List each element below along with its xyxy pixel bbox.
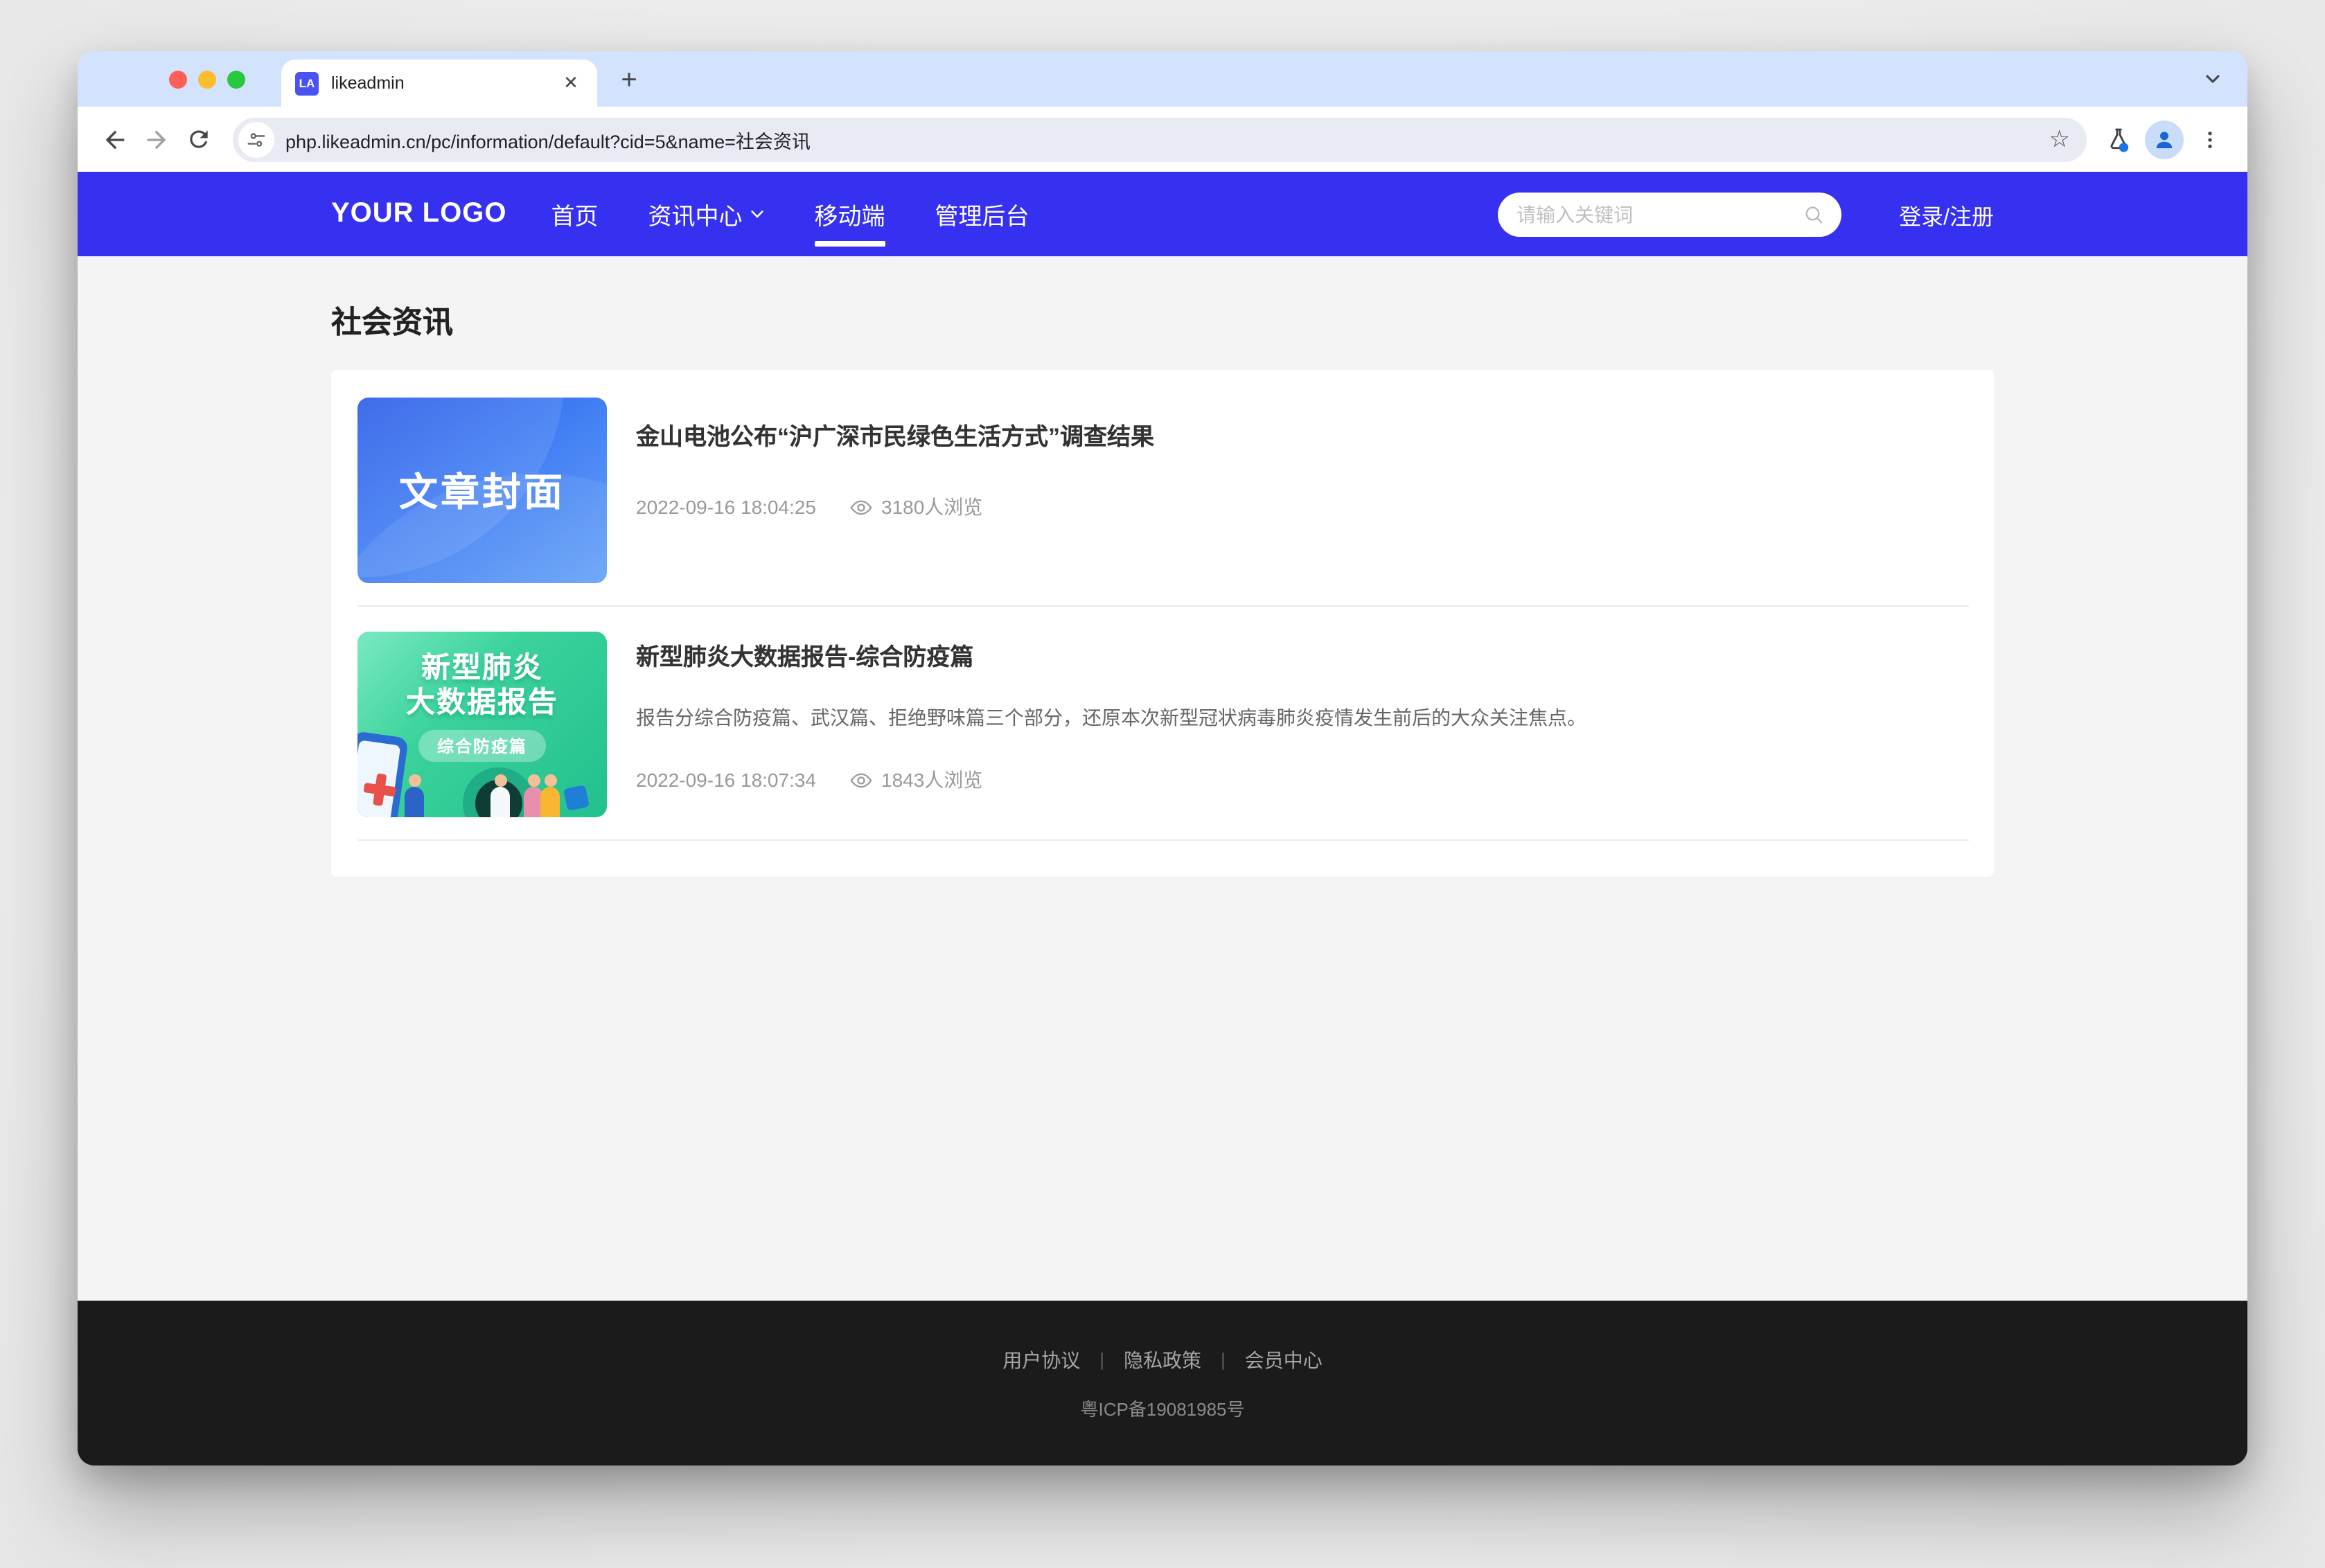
site-logo[interactable]: YOUR LOGO (331, 198, 506, 230)
browser-window: LA likeadmin ✕ + (78, 51, 2247, 1465)
cover-text-line1: 新型肺炎 (421, 651, 543, 686)
nav-item-mobile[interactable]: 移动端 (814, 172, 885, 256)
article-title[interactable]: 新型肺炎大数据报告-综合防疫篇 (636, 643, 1969, 673)
article-list-card: 文章封面 金山电池公布“沪广深市民绿色生活方式”调查结果 2022-09-16 … (331, 370, 1994, 877)
cover-badge: 综合防疫篇 (419, 730, 545, 762)
article-row-1[interactable]: 文章封面 金山电池公布“沪广深市民绿色生活方式”调查结果 2022-09-16 … (357, 398, 1969, 607)
chevron-down-icon (749, 206, 764, 222)
nav-item-news-center[interactable]: 资讯中心 (648, 172, 764, 256)
tune-icon (247, 130, 266, 149)
nav-item-home[interactable]: 首页 (551, 172, 598, 256)
article-views: 3180人浏览 (849, 493, 982, 521)
person-illustration (540, 787, 560, 817)
article-meta: 2022-09-16 18:04:25 3180人浏览 (636, 493, 1969, 521)
close-window-button[interactable] (169, 71, 187, 89)
flask-icon (2105, 125, 2132, 153)
back-arrow-icon (101, 125, 129, 153)
article-title[interactable]: 金山电池公布“沪广深市民绿色生活方式”调查结果 (636, 422, 1969, 453)
icp-record-number: 粤ICP备19081985号 (1080, 1394, 1244, 1420)
search-icon[interactable] (1802, 203, 1824, 225)
minimize-window-button[interactable] (198, 71, 216, 89)
article-body: 金山电池公布“沪广深市民绿色生活方式”调查结果 2022-09-16 18:04… (636, 398, 1969, 583)
footer-divider: | (1099, 1349, 1104, 1370)
main-content: 社会资讯 文章封面 金山电池公布“沪广深市民绿色生活方式”调查结果 (78, 256, 2247, 1301)
site-favicon: LA (295, 71, 319, 95)
tab-search-button[interactable] (2198, 64, 2228, 94)
tab-close-icon[interactable]: ✕ (558, 71, 583, 96)
article-views: 1843人浏览 (849, 766, 982, 794)
article-body: 新型肺炎大数据报告-综合防疫篇 报告分综合防疫篇、武汉篇、拒绝野味篇三个部分，还… (636, 632, 1969, 817)
chevron-down-icon (2204, 71, 2221, 87)
site-settings-button[interactable] (238, 121, 274, 157)
new-tab-button[interactable]: + (611, 62, 647, 98)
page-viewport: YOUR LOGO 首页 资讯中心 移动端 (78, 172, 2247, 1465)
person-illustration (405, 787, 424, 817)
cover-text: 文章封面 (399, 463, 565, 518)
article-row-2[interactable]: 新型肺炎 大数据报告 综合防疫篇 (357, 607, 1969, 841)
article-cover-1[interactable]: 文章封面 (357, 398, 607, 583)
url-text[interactable]: php.likeadmin.cn/pc/information/default?… (285, 125, 2041, 153)
site-navbar: YOUR LOGO 首页 资讯中心 移动端 (78, 172, 2247, 256)
tab-title: likeadmin (331, 73, 558, 93)
kebab-menu-icon (2199, 128, 2221, 150)
login-register-link[interactable]: 登录/注册 (1899, 197, 1994, 231)
article-date: 2022-09-16 18:04:25 (636, 496, 816, 518)
active-tab-underline (814, 241, 885, 247)
window-controls (169, 71, 245, 89)
browser-tab[interactable]: LA likeadmin ✕ (281, 60, 597, 107)
footer-links: 用户协议 | 隐私政策 | 会员中心 (1002, 1346, 1323, 1373)
eye-icon (849, 768, 873, 792)
forward-button[interactable] (136, 118, 177, 160)
browser-menu-button[interactable] (2189, 118, 2231, 160)
bookmark-star-icon[interactable]: ☆ (2049, 125, 2071, 153)
nav-item-admin[interactable]: 管理后台 (935, 172, 1029, 256)
footer-link-member-center[interactable]: 会员中心 (1245, 1346, 1323, 1373)
reload-icon (185, 126, 211, 152)
url-bar[interactable]: php.likeadmin.cn/pc/information/default?… (233, 117, 2087, 161)
article-date: 2022-09-16 18:07:34 (636, 769, 816, 791)
fingerprint-illustration (563, 785, 590, 811)
screen: LA likeadmin ✕ + (0, 0, 2325, 1568)
eye-icon (849, 495, 873, 519)
back-button[interactable] (94, 118, 136, 160)
footer-divider: | (1221, 1349, 1226, 1370)
search-input[interactable] (1514, 202, 1802, 226)
person-illustration (490, 787, 510, 817)
article-cover-2[interactable]: 新型肺炎 大数据报告 综合防疫篇 (357, 632, 607, 817)
experiments-button[interactable] (2098, 118, 2139, 160)
footer-link-user-agreement[interactable]: 用户协议 (1002, 1346, 1080, 1373)
reload-button[interactable] (177, 118, 219, 160)
tab-strip: LA likeadmin ✕ + (78, 51, 2247, 107)
article-meta: 2022-09-16 18:07:34 1843人浏览 (636, 766, 1969, 794)
person-icon (2152, 127, 2177, 152)
maximize-window-button[interactable] (227, 71, 245, 89)
cover-text-line2: 大数据报告 (406, 686, 558, 720)
forward-arrow-icon (143, 125, 170, 153)
article-description: 报告分综合防疫篇、武汉篇、拒绝野味篇三个部分，还原本次新型冠状病毒肺炎疫情发生前… (636, 704, 1969, 731)
page-title: 社会资讯 (331, 298, 1994, 342)
search-box (1497, 192, 1841, 236)
profile-avatar[interactable] (2145, 120, 2184, 159)
browser-toolbar: php.likeadmin.cn/pc/information/default?… (78, 107, 2247, 172)
phone-illustration (357, 731, 409, 817)
site-footer: 用户协议 | 隐私政策 | 会员中心 粤ICP备19081985号 (78, 1301, 2247, 1465)
footer-link-privacy-policy[interactable]: 隐私政策 (1124, 1346, 1201, 1373)
nav-menu: 首页 资讯中心 移动端 管理后台 (551, 172, 1029, 256)
